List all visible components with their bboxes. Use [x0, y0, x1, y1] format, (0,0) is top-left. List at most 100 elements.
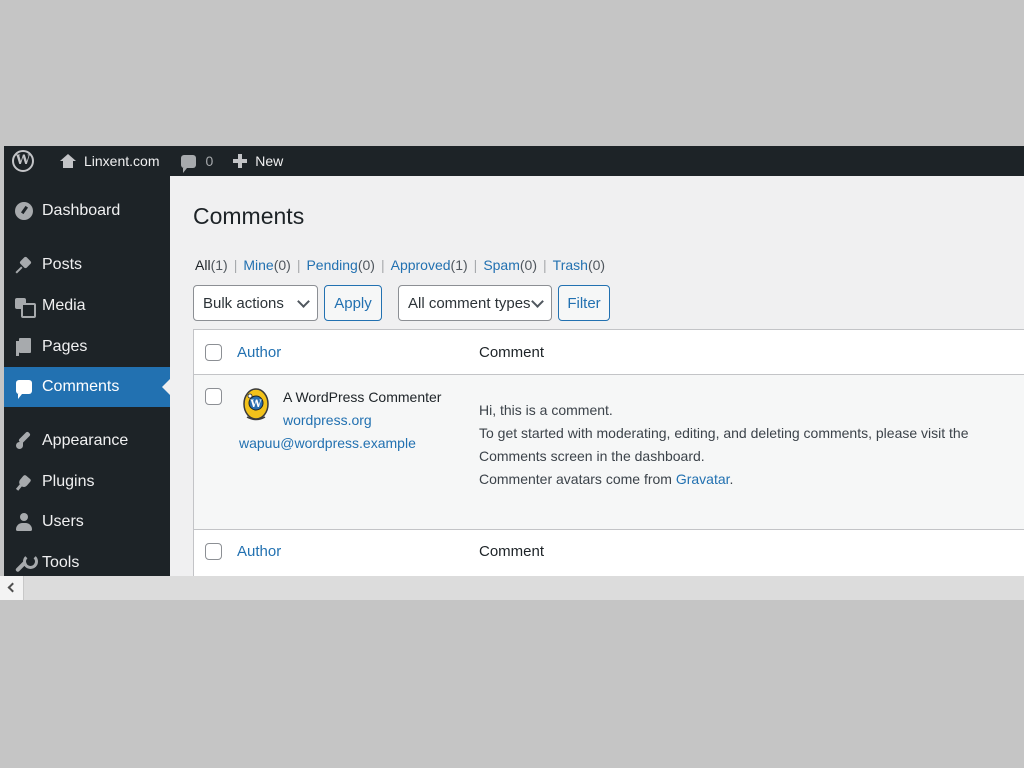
filter-label[interactable]: Trash [553, 257, 588, 273]
comment-count: 0 [205, 153, 214, 169]
wapuu-avatar: W [243, 388, 269, 421]
comment-line: To get started with moderating, editing,… [479, 425, 969, 464]
gravatar-link[interactable]: Gravatar [676, 471, 730, 487]
svg-text:W: W [249, 399, 262, 410]
select-all-checkbox-footer[interactable] [205, 543, 222, 560]
sidebar-item-label: Media [42, 297, 86, 314]
filter-separator: | [296, 257, 301, 273]
plug-icon [15, 473, 33, 491]
filter-label[interactable]: All [195, 257, 211, 273]
sidebar-item-media[interactable]: Media [4, 286, 170, 326]
filter-mine[interactable]: Mine (0) [243, 257, 290, 273]
filter-all[interactable]: All (1) [195, 257, 228, 273]
filter-separator: | [543, 257, 547, 273]
filter-count: (0) [587, 257, 606, 273]
author-email-link[interactable]: wapuu@wordpress.example [239, 435, 416, 451]
comment-text: Hi, this is a comment. To get started wi… [479, 399, 1024, 491]
wordpress-logo-icon[interactable] [12, 150, 34, 172]
sidebar-item-label: Pages [42, 338, 88, 355]
comment-types-value: All comment types [408, 294, 531, 312]
filter-separator: | [473, 257, 478, 273]
sidebar-item-appearance[interactable]: Appearance [4, 421, 170, 461]
filter-count: (1) [210, 257, 228, 273]
author-column-header[interactable]: Author [237, 344, 281, 361]
table-footer: Author Comment [194, 531, 1024, 575]
filter-label[interactable]: Approved [391, 257, 451, 273]
site-name-link[interactable]: Linxent.com [34, 146, 159, 176]
select-all-checkbox[interactable] [205, 344, 222, 361]
sidebar-item-label: Tools [42, 554, 80, 571]
comment-column-footer: Comment [479, 543, 545, 560]
sidebar-item-label: Appearance [42, 432, 129, 449]
filter-button[interactable]: Filter [558, 285, 610, 321]
filter-separator: | [233, 257, 238, 273]
home-icon [60, 154, 76, 168]
sidebar-item-label: Dashboard [42, 202, 121, 219]
filter-pending[interactable]: Pending (0) [306, 257, 375, 273]
main-content: Comments All (1) | Mine (0) | Pending (0… [170, 176, 1024, 576]
admin-sidebar: Dashboard Posts Media Pages Comments App… [4, 176, 170, 576]
scroll-left-button[interactable] [0, 576, 24, 600]
wrench-icon [15, 554, 38, 572]
comments-link[interactable]: 0 [159, 146, 213, 176]
author-url-link[interactable]: wordpress.org [283, 412, 372, 428]
sidebar-item-label: Users [42, 513, 84, 530]
filter-count: (0) [357, 257, 375, 273]
user-icon [16, 513, 32, 531]
pin-icon [17, 258, 31, 272]
filter-label[interactable]: Pending [306, 257, 357, 273]
author-name: A WordPress Commenter [283, 389, 442, 405]
filter-approved[interactable]: Approved (1) [391, 257, 468, 273]
comment-column-header: Comment [479, 344, 545, 361]
sidebar-item-users[interactable]: Users [4, 502, 170, 542]
filter-count: (0) [273, 257, 291, 273]
sidebar-item-label: Comments [42, 378, 120, 395]
sidebar-item-label: Plugins [42, 473, 95, 490]
filter-spam[interactable]: Spam (0) [483, 257, 537, 273]
filter-count: (0) [519, 257, 538, 273]
sidebar-item-plugins[interactable]: Plugins [4, 462, 170, 502]
comment-line: Commenter avatars come from Gravatar. [479, 468, 1024, 491]
wp-logo-menu[interactable] [4, 146, 34, 176]
comment-types-select[interactable]: All comment types [398, 285, 552, 321]
sidebar-item-dashboard[interactable]: Dashboard [4, 191, 170, 231]
site-name[interactable]: Linxent.com [84, 153, 159, 169]
page-title: Comments [193, 203, 305, 229]
brush-icon [15, 432, 33, 450]
media-icon [15, 298, 36, 318]
comments-icon [16, 380, 32, 399]
dashboard-icon [15, 202, 33, 220]
apply-button[interactable]: Apply [324, 285, 382, 321]
new-content-link[interactable]: New [213, 146, 283, 176]
sidebar-item-label: Posts [42, 256, 83, 273]
filter-label[interactable]: Spam [483, 257, 520, 273]
chevron-down-icon [297, 295, 310, 308]
comment-bubble-icon [181, 154, 197, 173]
chevron-down-icon [531, 295, 544, 308]
filter-label[interactable]: Mine [243, 257, 273, 273]
horizontal-scrollbar[interactable] [0, 576, 1024, 600]
sidebar-item-tools[interactable]: Tools [4, 543, 170, 576]
sidebar-item-posts[interactable]: Posts [4, 245, 170, 285]
author-column-footer[interactable]: Author [237, 543, 281, 560]
comment-line-text: Commenter avatars come from [479, 471, 676, 487]
filter-trash[interactable]: Trash (0) [553, 257, 605, 273]
browser-viewport: Linxent.com 0 New Dashboard Posts Media … [4, 146, 1024, 576]
new-label: New [255, 153, 284, 169]
admin-bar: Linxent.com 0 New [4, 146, 1024, 176]
row-checkbox[interactable] [205, 388, 222, 405]
table-header: Author Comment [194, 330, 1024, 374]
sidebar-item-pages[interactable]: Pages [4, 327, 170, 367]
comments-table: Author Comment W A WordPress Commenter w… [193, 329, 1024, 576]
sidebar-item-comments[interactable]: Comments [4, 367, 170, 407]
bulk-actions-value: Bulk actions [203, 294, 284, 312]
pages-icon [16, 338, 32, 356]
comment-line-text: . [729, 471, 734, 487]
comment-status-filters: All (1) | Mine (0) | Pending (0) | Appro… [195, 257, 605, 273]
comment-line: Hi, this is a comment. [479, 402, 613, 418]
plus-icon [233, 154, 248, 168]
bulk-actions-select[interactable]: Bulk actions [193, 285, 318, 321]
chevron-left-icon [7, 582, 18, 593]
table-row: W A WordPress Commenter wordpress.org wa… [194, 374, 1024, 530]
filter-count: (1) [450, 257, 468, 273]
